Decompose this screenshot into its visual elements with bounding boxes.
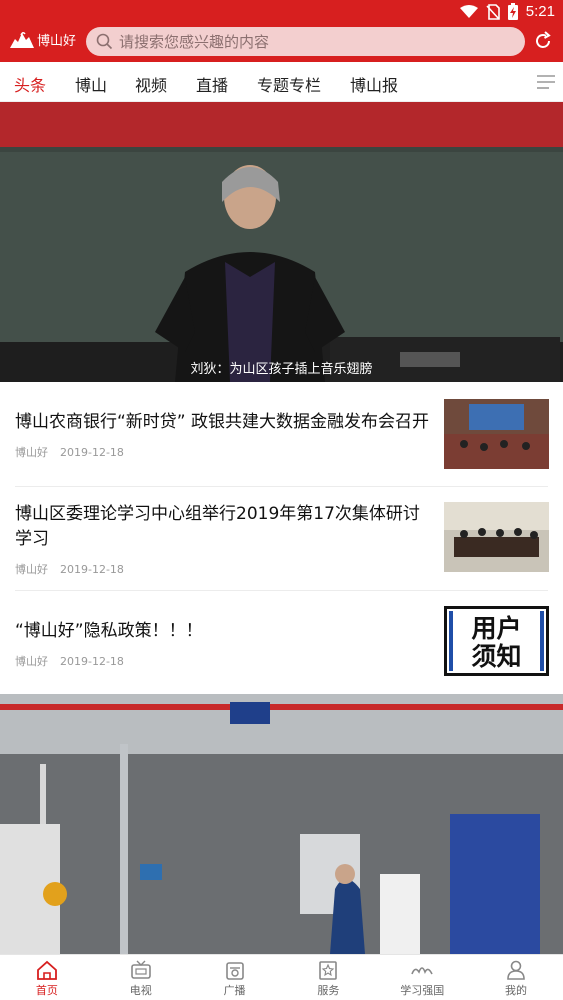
news-title[interactable]: “博山好”隐私政策！！！ bbox=[15, 619, 433, 644]
nav-label: 电视 bbox=[129, 984, 152, 997]
factory-photo bbox=[0, 694, 563, 954]
user-icon bbox=[507, 960, 525, 980]
app-header: 博山好 bbox=[0, 24, 563, 62]
bottom-navigation: 首页 电视 广播 服务 学习强国 我的 bbox=[0, 954, 563, 1000]
battery-icon bbox=[507, 3, 518, 20]
news-thumbnail[interactable]: 用户 须知 bbox=[444, 606, 549, 676]
home-icon bbox=[37, 960, 57, 980]
nav-radio[interactable]: 广播 bbox=[188, 955, 282, 1000]
news-item[interactable]: “博山好”隐私政策！！！ 博山好 2019-12-18 用户 须知 bbox=[0, 591, 563, 694]
news-title[interactable]: 博山农商银行“新时贷” 政银共建大数据金融发布会召开 bbox=[15, 410, 433, 435]
status-bar: 5:21 bbox=[0, 0, 563, 24]
news-thumbnail[interactable] bbox=[444, 502, 549, 572]
tab-newspaper[interactable]: 博山报 bbox=[350, 72, 398, 96]
xuexi-icon bbox=[411, 967, 433, 975]
hero-caption: 刘狄：为山区孩子插上音乐翅膀 bbox=[190, 362, 373, 377]
logo-text: 博山好 bbox=[37, 34, 77, 49]
refresh-icon[interactable] bbox=[533, 31, 553, 51]
nav-label: 首页 bbox=[35, 984, 58, 997]
news-meta: 博山好 2019-12-18 bbox=[15, 444, 124, 460]
meeting-photo bbox=[444, 502, 549, 572]
service-icon bbox=[319, 961, 338, 980]
nav-label: 广播 bbox=[223, 984, 246, 997]
tab-live[interactable]: 直播 bbox=[196, 72, 228, 96]
news-title[interactable]: 博山区委理论学习中心组举行2019年第17次集体研讨学习 bbox=[15, 502, 433, 552]
app-logo[interactable]: 博山好 bbox=[10, 30, 76, 49]
search-icon bbox=[96, 33, 113, 50]
hero-banner[interactable]: 刘狄：为山区孩子插上音乐翅膀 bbox=[0, 102, 563, 382]
news-meta: 博山好 2019-12-18 bbox=[15, 561, 124, 577]
nav-tv[interactable]: 电视 bbox=[94, 955, 188, 1000]
search-input[interactable] bbox=[119, 32, 499, 51]
thumb-text-notice: 须知 bbox=[471, 642, 522, 671]
news-item[interactable]: 博山农商银行“新时贷” 政银共建大数据金融发布会召开 博山好 2019-12-18 bbox=[0, 382, 563, 486]
tab-boshan[interactable]: 博山 bbox=[75, 72, 107, 96]
news-date: 2019-12-18 bbox=[60, 655, 124, 668]
news-source: 博山好 bbox=[15, 563, 48, 576]
news-meta: 博山好 2019-12-18 bbox=[15, 653, 124, 669]
tab-headlines[interactable]: 头条 bbox=[14, 72, 46, 96]
channel-menu-icon[interactable] bbox=[535, 74, 557, 90]
news-thumbnail[interactable] bbox=[444, 399, 549, 469]
nav-home[interactable]: 首页 bbox=[0, 955, 94, 1000]
nav-xuexi[interactable]: 学习强国 bbox=[375, 955, 469, 1000]
search-bar[interactable] bbox=[86, 27, 525, 56]
nav-label: 我的 bbox=[505, 984, 528, 997]
nav-label: 服务 bbox=[317, 984, 340, 997]
conference-photo bbox=[444, 399, 549, 469]
thumb-text-user: 用户 bbox=[471, 614, 522, 643]
news-source: 博山好 bbox=[15, 446, 48, 459]
mountain-logo-icon bbox=[10, 31, 34, 48]
tv-icon bbox=[130, 960, 151, 979]
news-source: 博山好 bbox=[15, 655, 48, 668]
tab-special-columns[interactable]: 专题专栏 bbox=[257, 72, 321, 96]
app-screen: 5:21 博山好 请搜索您感兴趣的内容 头条 博山 视频 直播 专题专栏 博山报… bbox=[0, 0, 563, 1000]
news-date: 2019-12-18 bbox=[60, 563, 124, 576]
status-time: 5:21 bbox=[525, 3, 555, 20]
top-bar: 5:21 博山好 bbox=[0, 0, 563, 62]
wifi-icon bbox=[459, 4, 478, 18]
channel-tabs: 头条 博山 视频 直播 专题专栏 博山报 bbox=[0, 62, 563, 102]
tab-video[interactable]: 视频 bbox=[135, 72, 167, 96]
nav-label: 学习强国 bbox=[400, 984, 445, 997]
news-date: 2019-12-18 bbox=[60, 446, 124, 459]
hero-photo bbox=[0, 102, 563, 382]
no-sim-icon bbox=[486, 3, 500, 20]
nav-service[interactable]: 服务 bbox=[281, 955, 375, 1000]
news-item[interactable]: 博山区委理论学习中心组举行2019年第17次集体研讨学习 博山好 2019-12-… bbox=[0, 487, 563, 590]
radio-icon bbox=[225, 962, 244, 980]
factory-banner[interactable] bbox=[0, 694, 563, 954]
nav-mine[interactable]: 我的 bbox=[469, 955, 563, 1000]
